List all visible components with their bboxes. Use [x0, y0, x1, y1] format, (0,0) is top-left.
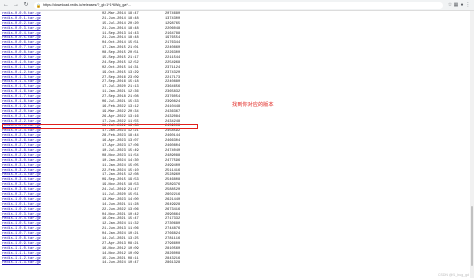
browser-toolbar: ← → ↻ 🔒 https://download.redis.io/releas… [0, 0, 474, 11]
menu-icon[interactable]: ⋮ [465, 2, 471, 8]
watermark: CSDN @f1_bug_gd [438, 273, 469, 277]
toolbar-actions: ☆ ▦ ● ⋮ [447, 2, 471, 8]
lock-icon[interactable]: 🔒 [36, 3, 41, 8]
file-size: 2861328 [165, 261, 181, 266]
forward-icon[interactable]: → [12, 1, 20, 9]
annotation-text: 找到你对应的版本 [232, 102, 274, 108]
file-link[interactable]: redis-1.1.3.tar.gz [2, 261, 41, 266]
scrollbar-thumb[interactable] [471, 206, 473, 266]
address-bar[interactable]: 🔒 https://download.redis.io/releases/?_g… [34, 1, 443, 9]
highlight-box [2, 124, 198, 130]
file-row: redis-1.1.3.tar.gz 14-Jun-2024 10:47 28613… [2, 261, 242, 266]
file-date: 14-Jun-2024 10:47 [102, 261, 139, 266]
address-url: https://download.redis.io/releases/?_gl=… [42, 3, 131, 7]
scrollbar[interactable] [470, 11, 474, 278]
reload-icon[interactable]: ↻ [22, 1, 30, 9]
file-listing: redis-0.0.0.tar.gz 02-Mar-2014 18:47 20746… [2, 12, 242, 266]
back-icon[interactable]: ← [2, 1, 10, 9]
